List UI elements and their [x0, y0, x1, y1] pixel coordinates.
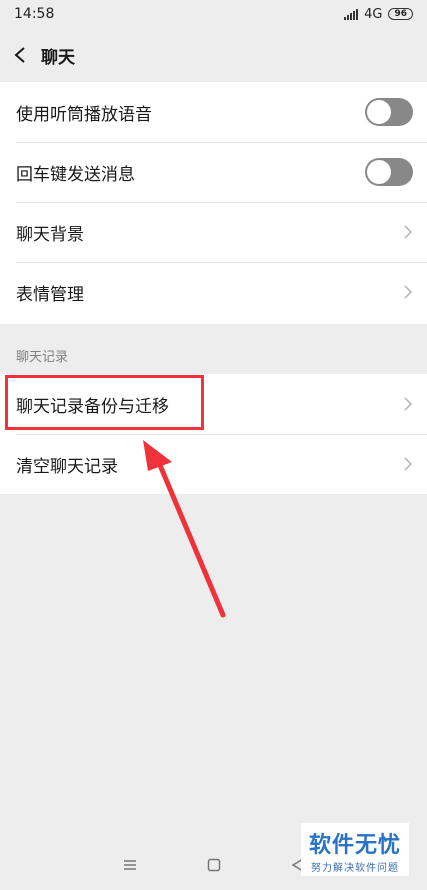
setting-label: 回车键发送消息 — [16, 164, 135, 185]
setting-enter-to-send[interactable]: 回车键发送消息 — [0, 142, 427, 202]
back-arrow-icon[interactable] — [12, 46, 30, 64]
setting-earpiece-voice[interactable]: 使用听筒播放语音 — [0, 82, 427, 142]
setting-label: 使用听筒播放语音 — [16, 104, 152, 125]
watermark-logo: 软件无忧 努力解决软件问题 — [300, 823, 409, 876]
chevron-right-icon — [404, 397, 413, 411]
setting-clear-history[interactable]: 清空聊天记录 — [0, 434, 427, 494]
watermark-title: 软件无忧 — [308, 833, 401, 858]
chevron-right-icon — [404, 457, 413, 471]
toggle-knob — [367, 100, 391, 124]
battery-level: 96 — [394, 9, 407, 19]
enter-to-send-toggle[interactable] — [365, 158, 413, 186]
network-type: 4G — [364, 6, 383, 22]
earpiece-voice-toggle[interactable] — [365, 98, 413, 126]
setting-label: 表情管理 — [16, 284, 84, 305]
status-icons: 4G 96 — [344, 7, 413, 22]
setting-backup-migrate[interactable]: 聊天记录备份与迁移 — [0, 374, 427, 434]
section-label-chat-history: 聊天记录 — [16, 350, 69, 365]
chevron-right-icon — [404, 225, 413, 239]
setting-label: 聊天记录备份与迁移 — [16, 396, 169, 417]
nav-bar: 聊天 — [0, 28, 427, 82]
setting-chat-background[interactable]: 聊天背景 — [0, 202, 427, 262]
watermark-subtitle: 努力解决软件问题 — [310, 863, 399, 874]
status-time: 14:58 — [14, 6, 55, 22]
menu-icon[interactable] — [123, 859, 137, 871]
toggle-knob — [367, 160, 391, 184]
chat-settings-group: 使用听筒播放语音 回车键发送消息 聊天背景 表情管理 — [0, 82, 427, 324]
signal-icon — [344, 8, 359, 20]
home-square-icon[interactable] — [207, 858, 221, 872]
page-title: 聊天 — [41, 47, 75, 68]
battery-icon: 96 — [388, 8, 413, 20]
chat-history-group: 聊天记录备份与迁移 清空聊天记录 — [0, 374, 427, 494]
setting-sticker-management[interactable]: 表情管理 — [0, 262, 427, 322]
chevron-right-icon — [404, 285, 413, 299]
setting-label: 聊天背景 — [16, 224, 84, 245]
setting-label: 清空聊天记录 — [16, 456, 118, 477]
status-bar: 14:58 4G 96 — [0, 0, 427, 28]
